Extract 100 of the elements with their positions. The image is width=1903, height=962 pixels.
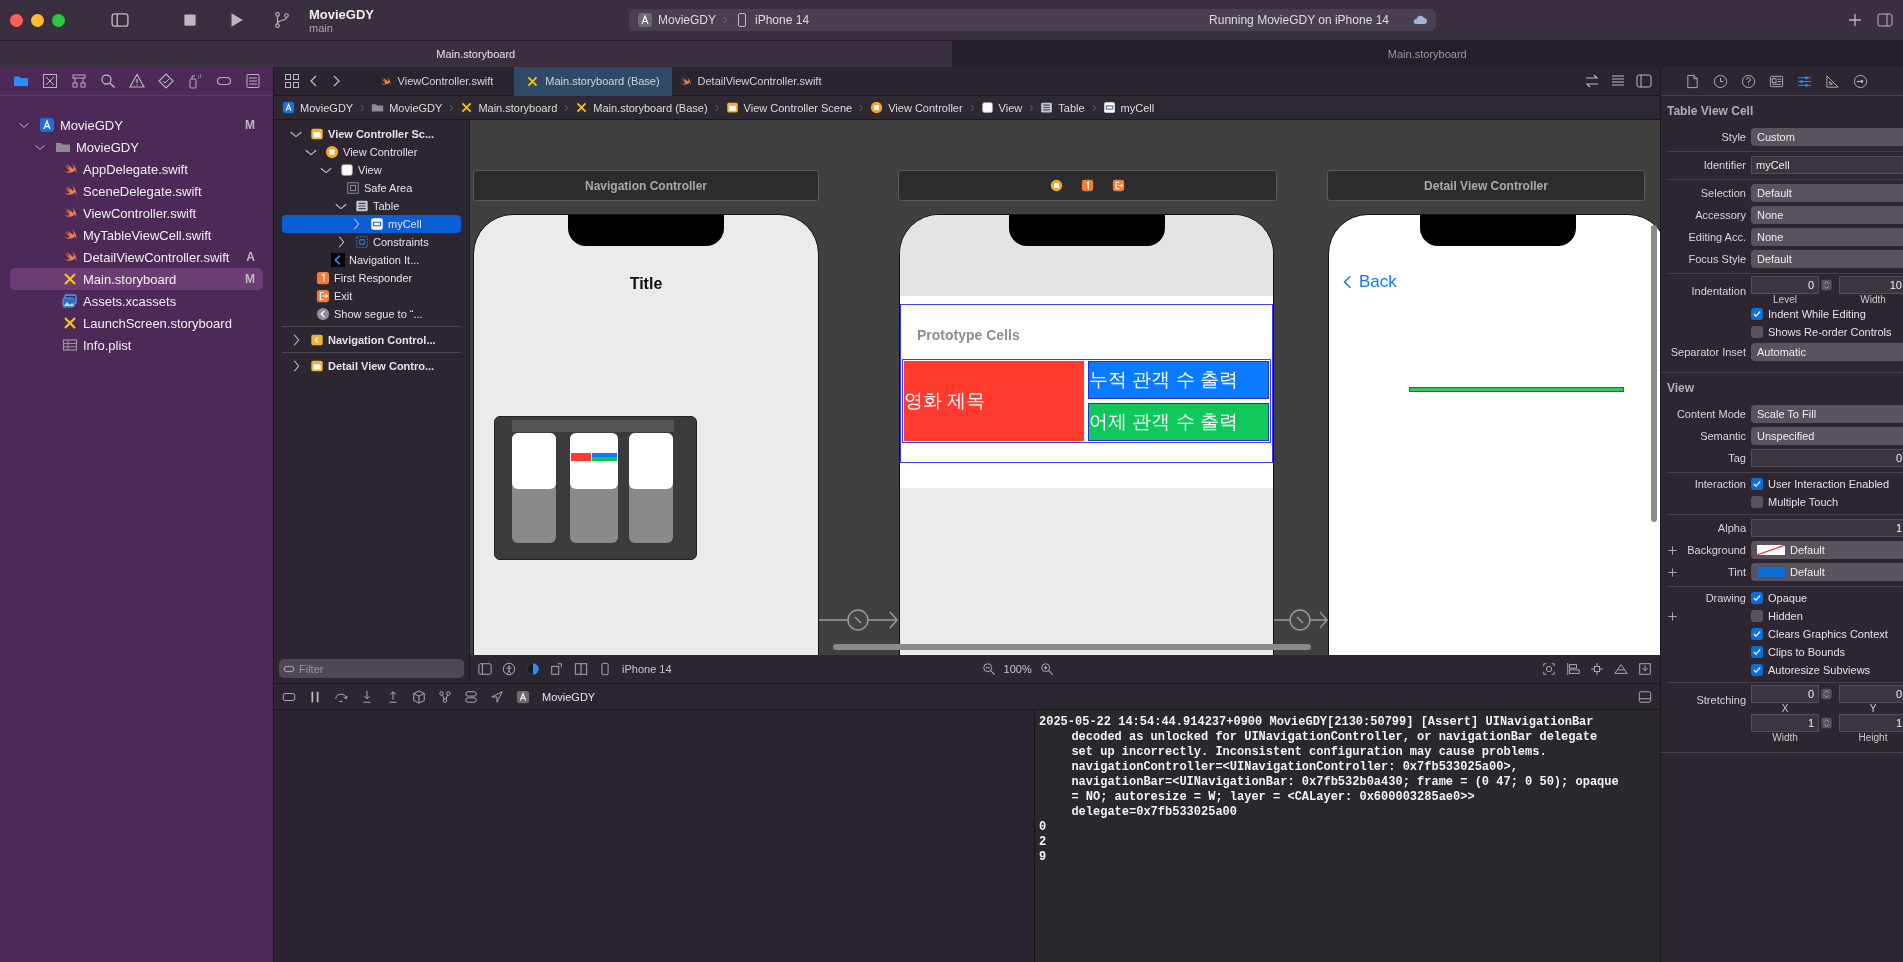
zoom-in-icon[interactable] bbox=[1039, 662, 1054, 676]
swap-arrows-icon[interactable] bbox=[1584, 73, 1600, 89]
popup-button[interactable]: None bbox=[1751, 228, 1903, 246]
text-field[interactable]: myCell bbox=[1751, 156, 1903, 174]
toggles-icon[interactable] bbox=[464, 689, 478, 704]
file-row[interactable]: ViewController.swift bbox=[10, 202, 263, 224]
plus-icon[interactable] bbox=[1667, 566, 1678, 578]
outline-row[interactable]: Detail View Contro... bbox=[282, 357, 461, 375]
breadcrumb-item[interactable]: Main.storyboard bbox=[460, 101, 558, 114]
breadcrumb-item[interactable]: MovieGDY bbox=[371, 101, 443, 114]
align-icon[interactable] bbox=[1566, 662, 1580, 676]
scroll-bar[interactable] bbox=[1651, 225, 1657, 522]
breadcrumb-item[interactable]: View Controller bbox=[870, 101, 963, 114]
filter-field[interactable]: Filter bbox=[279, 659, 464, 678]
outline-row[interactable]: Constraints bbox=[282, 233, 461, 251]
zoom-button[interactable] bbox=[52, 13, 65, 27]
file-row[interactable]: MovieGDY bbox=[10, 136, 263, 158]
file-row[interactable]: MovieGDY M bbox=[10, 114, 263, 136]
rotate-icon[interactable] bbox=[550, 662, 564, 676]
accessibility-icon[interactable] bbox=[502, 662, 516, 676]
checkbox[interactable]: User Interaction Enabled bbox=[1751, 478, 1903, 490]
pin-constraints-icon[interactable] bbox=[1590, 662, 1604, 676]
popup-button[interactable]: None bbox=[1751, 206, 1903, 224]
outline-row[interactable]: Show segue to “... bbox=[282, 305, 461, 323]
checkbox[interactable]: Clears Graphics Context bbox=[1751, 628, 1903, 640]
file-row[interactable]: DetailViewController.swift A bbox=[10, 246, 263, 268]
plus-icon[interactable] bbox=[1847, 12, 1863, 28]
scroll-bar[interactable] bbox=[833, 644, 1311, 650]
popup-button[interactable]: Unspecified bbox=[1751, 427, 1903, 445]
outline-row[interactable]: Exit bbox=[282, 287, 461, 305]
text-field[interactable]: 10 bbox=[1839, 276, 1903, 294]
checkbox[interactable]: Clips to Bounds bbox=[1751, 646, 1903, 658]
file-row[interactable]: Assets.xcassets bbox=[10, 290, 263, 312]
outline-row[interactable]: myCell bbox=[282, 215, 461, 233]
checkbox[interactable]: Autoresize Subviews bbox=[1751, 664, 1903, 676]
file-row[interactable]: LaunchScreen.storyboard bbox=[10, 312, 263, 334]
text-field[interactable]: 0 bbox=[1751, 685, 1819, 703]
clock-icon[interactable] bbox=[1713, 73, 1728, 89]
node-graph-icon[interactable] bbox=[438, 689, 452, 704]
file-row[interactable]: Main.storyboard M bbox=[10, 268, 263, 290]
scene-header[interactable]: Detail View Controller bbox=[1327, 170, 1645, 201]
help-icon[interactable] bbox=[1741, 73, 1756, 89]
branch-icon[interactable] bbox=[273, 11, 291, 29]
outline-row[interactable]: Table bbox=[282, 197, 461, 215]
file-row[interactable]: Info.plist bbox=[10, 334, 263, 356]
cube-icon[interactable] bbox=[412, 689, 426, 704]
outline-row[interactable]: Navigation It... bbox=[282, 251, 461, 269]
popup-button[interactable]: Default bbox=[1751, 184, 1903, 202]
document-icon[interactable] bbox=[1685, 73, 1700, 89]
breadcrumb-item[interactable]: Table bbox=[1040, 101, 1085, 114]
ruler-triangle-icon[interactable] bbox=[1825, 73, 1840, 89]
embed-icon[interactable] bbox=[1638, 662, 1652, 676]
file-row[interactable]: AppDelegate.swift bbox=[10, 158, 263, 180]
breadcrumb-item[interactable]: MovieGDY bbox=[282, 101, 354, 114]
file-row[interactable]: SceneDelegate.swift bbox=[10, 180, 263, 202]
lines-icon[interactable] bbox=[1610, 73, 1626, 89]
close-button[interactable] bbox=[10, 13, 23, 27]
window-tab[interactable]: Main.storyboard bbox=[0, 41, 952, 67]
inspector-panel-icon[interactable] bbox=[1877, 12, 1893, 28]
popup-button[interactable]: Automatic bbox=[1751, 343, 1903, 361]
sidebar-icon[interactable] bbox=[1636, 73, 1652, 89]
checkbox[interactable]: Multiple Touch bbox=[1751, 496, 1903, 508]
boxed-cross-icon[interactable] bbox=[41, 73, 58, 89]
split-view-icon[interactable] bbox=[574, 662, 588, 676]
checkbox[interactable]: Shows Re-order Controls bbox=[1751, 326, 1903, 338]
text-field[interactable]: 1 bbox=[1839, 714, 1903, 732]
view-controller-icon[interactable] bbox=[1050, 179, 1063, 192]
location-arrow-icon[interactable] bbox=[490, 689, 504, 704]
text-field[interactable]: 0 bbox=[1839, 685, 1903, 703]
outline-row[interactable]: Navigation Control... bbox=[282, 331, 461, 349]
scheme-name[interactable]: MovieGDY bbox=[658, 13, 716, 27]
outline-row[interactable]: View Controller bbox=[282, 143, 461, 161]
checkbox[interactable]: Indent While Editing bbox=[1751, 308, 1903, 320]
first-responder-icon[interactable] bbox=[1081, 179, 1094, 192]
color-popup[interactable]: Default bbox=[1751, 541, 1903, 559]
breadcrumb-item[interactable]: View bbox=[980, 101, 1023, 114]
phone-icon[interactable] bbox=[598, 662, 612, 676]
outline-row[interactable]: View Controller Sc... bbox=[282, 125, 461, 143]
breadcrumb-item[interactable]: myCell bbox=[1102, 101, 1155, 114]
table-cell[interactable]: 영화 제목 누적 관객 수 출력 어제 관객 수 출력 bbox=[902, 359, 1271, 443]
exit-icon[interactable] bbox=[1112, 179, 1125, 192]
device-label[interactable]: iPhone 14 bbox=[622, 663, 672, 675]
plus-icon[interactable] bbox=[1667, 610, 1678, 622]
sidebar-icon[interactable] bbox=[111, 11, 129, 29]
popup-button[interactable]: Custom bbox=[1751, 128, 1903, 146]
hierarchy-icon[interactable] bbox=[70, 73, 87, 89]
color-popup[interactable]: Default bbox=[1751, 563, 1903, 581]
appearance-icon[interactable] bbox=[526, 662, 540, 676]
diamond-icon[interactable] bbox=[157, 73, 174, 89]
breadcrumb-item[interactable]: Main.storyboard (Base) bbox=[575, 101, 708, 114]
text-field[interactable]: 0 bbox=[1751, 276, 1819, 294]
popup-button[interactable]: Scale To Fill bbox=[1751, 405, 1903, 423]
editor-tab[interactable]: Main.storyboard (Base) bbox=[514, 66, 672, 96]
window-tab[interactable]: Main.storyboard bbox=[951, 41, 1903, 67]
triangle-tie-icon[interactable] bbox=[1614, 662, 1628, 676]
warning-icon[interactable] bbox=[128, 73, 145, 89]
segue-arrow[interactable] bbox=[1274, 608, 1328, 632]
text-field[interactable]: 1 bbox=[1751, 519, 1903, 537]
search-icon[interactable] bbox=[99, 73, 116, 89]
text-field[interactable]: 1 bbox=[1751, 714, 1819, 732]
